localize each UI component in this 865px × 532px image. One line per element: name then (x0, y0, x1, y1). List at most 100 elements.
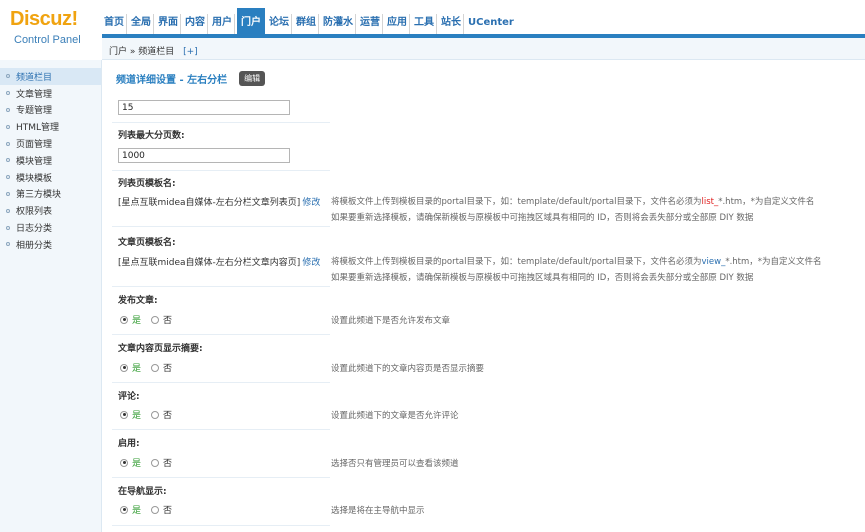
divider (112, 334, 330, 335)
bullet-icon (6, 175, 10, 180)
summary-radio-group: 是 否 (120, 361, 172, 374)
divider (112, 525, 330, 526)
bullet-icon (6, 191, 10, 196)
add-shortcut-button[interactable]: [+] (183, 47, 198, 57)
sidebar-item-articles[interactable]: 文章管理 (0, 85, 101, 102)
sidebar-item-blog-categories[interactable]: 日志分类 (0, 219, 101, 236)
desc-text: *.htm，*为自定义文件名 (725, 257, 822, 267)
edit-button[interactable]: 编辑 (239, 71, 266, 86)
article-template-desc: 将模板文件上传到模板目录的portal目录下，如：template/defaul… (331, 254, 822, 286)
comment-no-radio[interactable] (151, 410, 160, 419)
yes-label: 是 (132, 506, 142, 516)
no-label: 否 (163, 411, 173, 421)
nav-forum[interactable]: 论坛 (267, 14, 292, 34)
nav-interface[interactable]: 界面 (156, 14, 181, 34)
nav-webmaster[interactable]: 站长 (439, 14, 464, 34)
article-template-name: [星点互联midea自媒体-左右分栏文章内容页] (118, 258, 301, 268)
logo-area: Discuz! Control Panel (0, 0, 102, 60)
list-template-value: [星点互联midea自媒体-左右分栏文章列表页] 修改 (118, 195, 320, 208)
enable-radio-group: 是 否 (120, 456, 172, 469)
enable-yes-radio[interactable] (120, 458, 128, 467)
publish-label: 发布文章: (118, 296, 158, 306)
article-template-label: 文章页模板名: (118, 238, 176, 248)
bullet-icon (6, 91, 10, 96)
publish-no-radio[interactable] (151, 315, 160, 324)
bullet-icon (6, 124, 10, 129)
yes-label: 是 (132, 364, 142, 374)
summary-yes-radio[interactable] (120, 363, 128, 372)
modify-article-template-link[interactable]: 修改 (302, 258, 320, 268)
view-prefix: view_ (701, 257, 726, 267)
enable-desc: 选择否只有管理员可以查看该频道 (331, 459, 459, 469)
main-content: 频道详细设置 - 左右分栏 编辑 列表最大分页数: 列表页模板名: [星点互联m… (112, 60, 865, 532)
no-label: 否 (163, 316, 173, 326)
logo[interactable]: Discuz! (10, 8, 78, 31)
bullet-icon (6, 242, 10, 247)
comment-label: 评论: (118, 392, 140, 402)
article-template-value: [星点互联midea自媒体-左右分栏文章内容页] 修改 (118, 255, 320, 268)
sidebar-item-third-party[interactable]: 第三方模块 (0, 186, 101, 203)
bullet-icon (6, 107, 10, 112)
nav-global[interactable]: 全局 (129, 14, 154, 34)
yes-label: 是 (132, 459, 142, 469)
bullet-icon (6, 225, 10, 230)
sidebar-item-label: 日志分类 (16, 224, 53, 235)
list-template-desc: 将模板文件上传到模板目录的portal目录下，如：template/defaul… (331, 194, 814, 226)
title-row: 频道详细设置 - 左右分栏 编辑 (116, 71, 266, 86)
max-pages-label: 列表最大分页数: (118, 131, 185, 141)
modify-list-template-link[interactable]: 修改 (302, 198, 320, 208)
max-pages-input[interactable] (118, 148, 290, 163)
nav-ucenter[interactable]: UCenter (466, 14, 516, 34)
sidebar-item-html[interactable]: HTML管理 (0, 118, 101, 135)
divider (112, 382, 330, 383)
list-template-desc-line1: 将模板文件上传到模板目录的portal目录下，如：template/defaul… (331, 194, 814, 210)
nav-groups[interactable]: 群组 (294, 14, 319, 34)
article-template-desc-line1: 将模板文件上传到模板目录的portal目录下，如：template/defaul… (331, 254, 822, 270)
first-number-input[interactable] (118, 100, 290, 115)
sidebar-item-label: 模块管理 (16, 156, 53, 167)
sidebar-item-label: HTML管理 (16, 123, 60, 134)
publish-desc: 设置此频道下是否允许发布文章 (331, 316, 451, 326)
sidebar-item-topics[interactable]: 专题管理 (0, 102, 101, 119)
article-template-desc-line2: 如果要重新选择模板，请确保新模板与原模板中可拖拽区域具有相同的 ID，否则将会丢… (331, 273, 754, 283)
nav-apps[interactable]: 应用 (385, 14, 410, 34)
sidebar-item-modules[interactable]: 模块管理 (0, 152, 101, 169)
nav-operations[interactable]: 运营 (358, 14, 383, 34)
nav-portal[interactable]: 门户 (237, 8, 265, 34)
nav-content[interactable]: 内容 (183, 14, 208, 34)
sidebar-item-module-templates[interactable]: 模块模板 (0, 169, 101, 186)
page-title: 频道详细设置 - 左右分栏 (116, 75, 228, 86)
list-template-label: 列表页模板名: (118, 179, 176, 189)
sidebar-item-album-categories[interactable]: 相册分类 (0, 236, 101, 253)
navshow-radio-group: 是 否 (120, 503, 172, 516)
sidebar-item-label: 第三方模块 (16, 190, 62, 201)
navshow-no-radio[interactable] (151, 505, 160, 514)
summary-no-radio[interactable] (151, 363, 160, 372)
desc-text: *.htm，*为自定义文件名 (718, 197, 815, 207)
nav-tools[interactable]: 工具 (412, 14, 437, 34)
summary-label: 文章内容页显示摘要: (118, 344, 203, 354)
enable-no-radio[interactable] (151, 458, 160, 467)
sidebar-item-permissions[interactable]: 权限列表 (0, 202, 101, 219)
sidebar-item-label: 文章管理 (16, 89, 53, 100)
navshow-yes-radio[interactable] (120, 505, 128, 514)
sidebar-item-label: 页面管理 (16, 140, 53, 151)
nav-antispam[interactable]: 防灌水 (321, 14, 356, 34)
sidebar-item-label: 模块模板 (16, 173, 53, 184)
bullet-icon (6, 158, 10, 163)
sidebar-item-label: 频道栏目 (16, 72, 53, 83)
bullet-icon (6, 208, 10, 213)
publish-yes-radio[interactable] (120, 315, 128, 324)
comment-yes-radio[interactable] (120, 410, 128, 419)
sidebar-item-label: 专题管理 (16, 106, 53, 117)
logo-subtitle: Control Panel (14, 34, 81, 46)
comment-desc: 设置此频道下的文章是否允许评论 (331, 411, 459, 421)
sidebar-item-pages[interactable]: 页面管理 (0, 135, 101, 152)
divider (112, 477, 330, 478)
sidebar-item-channels[interactable]: 频道栏目 (0, 68, 101, 85)
desc-text: 将模板文件上传到模板目录的portal目录下，如：template/defaul… (331, 257, 702, 267)
nav-users[interactable]: 用户 (210, 14, 235, 34)
divider (112, 286, 330, 287)
yes-label: 是 (132, 316, 142, 326)
nav-home[interactable]: 首页 (102, 14, 127, 34)
